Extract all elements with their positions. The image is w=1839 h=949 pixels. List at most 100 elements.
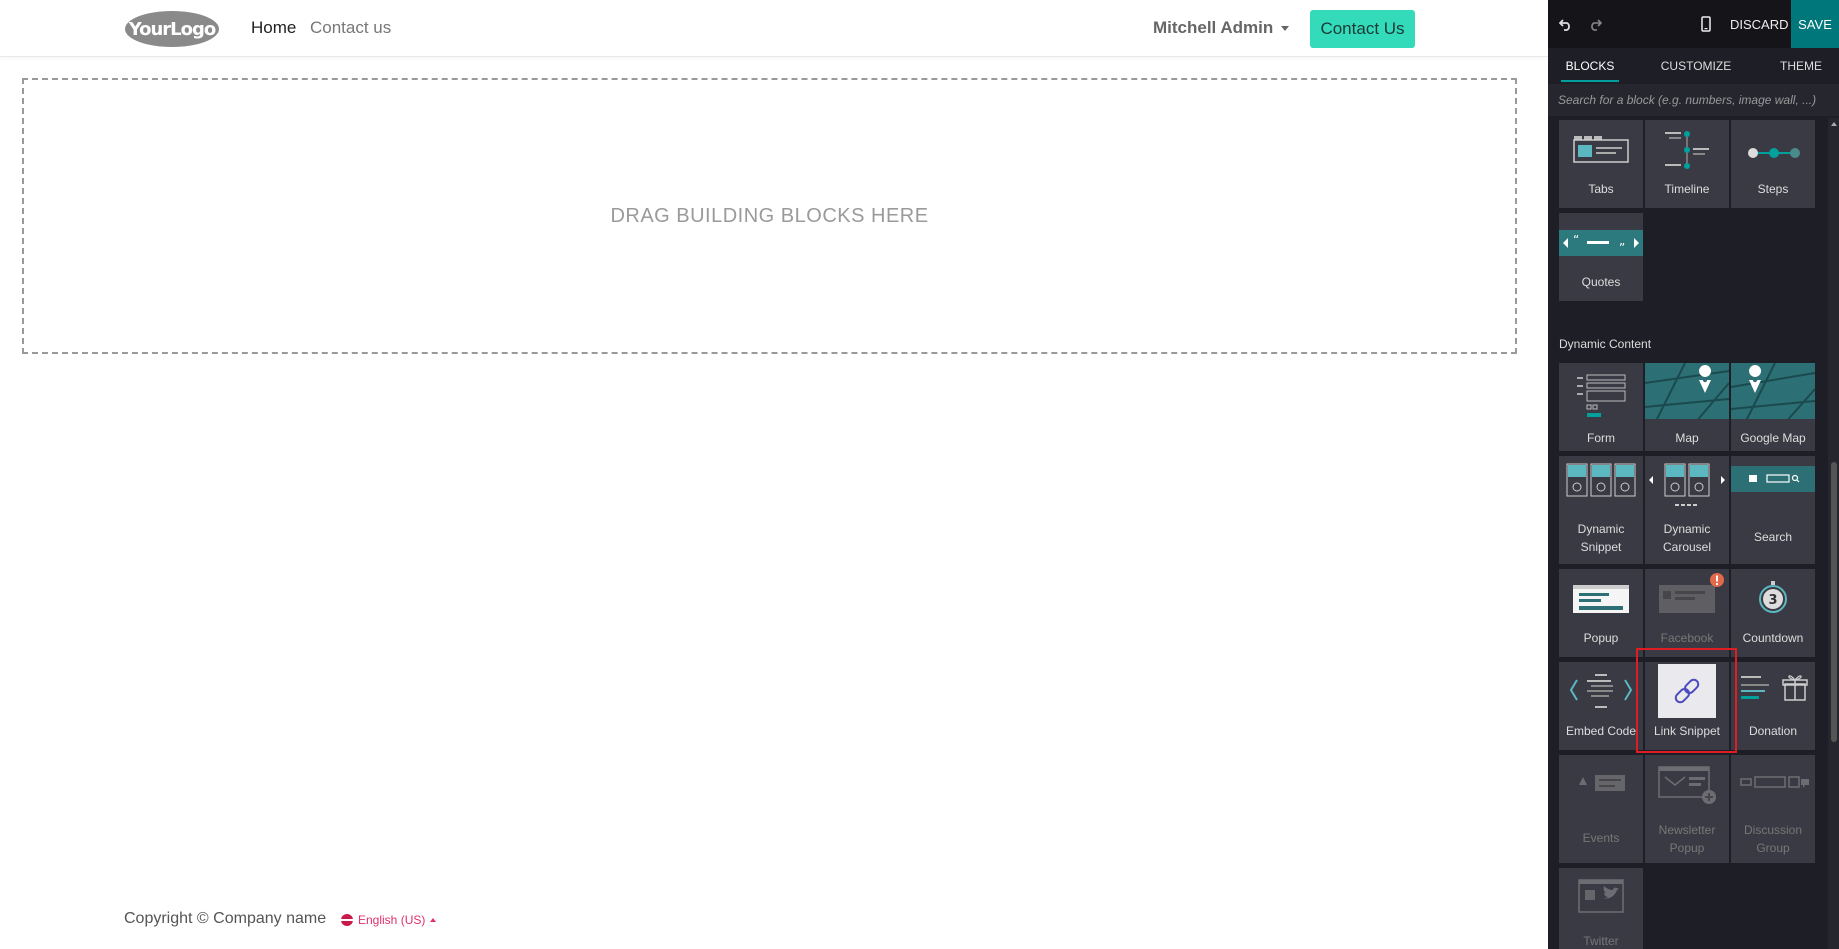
- editor-tabs: BLOCKS CUSTOMIZE THEME: [1548, 48, 1839, 84]
- block-label: Tabs: [1588, 182, 1614, 196]
- block-label: Newsletter: [1658, 823, 1716, 837]
- donation-block-icon: [1741, 675, 1808, 701]
- block-search-input[interactable]: [1558, 93, 1828, 107]
- block-label: Dynamic: [1577, 522, 1625, 536]
- block-google-map[interactable]: Google Map: [1731, 363, 1815, 451]
- block-label: Popup: [1669, 841, 1705, 855]
- block-label: Donation: [1748, 724, 1798, 738]
- language-label: English (US): [358, 913, 426, 927]
- scroll-up-arrow-icon[interactable]: [1831, 122, 1837, 126]
- block-search-bar: [1548, 84, 1839, 116]
- timeline-block-icon: [1665, 131, 1709, 169]
- block-label: Form: [1587, 431, 1615, 445]
- twitter-block-icon: [1578, 879, 1624, 913]
- block-twitter[interactable]: Twitter: [1559, 868, 1643, 949]
- block-countdown[interactable]: 3 Countdown: [1731, 569, 1815, 657]
- map-block-icon: [1645, 363, 1729, 419]
- events-block-icon: [1579, 775, 1625, 791]
- dynamic-snippet-block-icon: [1566, 463, 1636, 497]
- user-menu[interactable]: Mitchell Admin: [1153, 18, 1290, 38]
- block-link-snippet[interactable]: Link Snippet: [1645, 662, 1729, 750]
- block-embed-code[interactable]: Embed Code: [1559, 662, 1643, 750]
- block-steps[interactable]: Steps: [1731, 120, 1815, 208]
- block-label: Carousel: [1662, 540, 1712, 554]
- svg-text:”: ”: [1619, 241, 1625, 255]
- countdown-number: 3: [1768, 593, 1777, 608]
- scrollbar-thumb[interactable]: [1831, 462, 1837, 742]
- blocks-list: Tabs Timeline Steps “ ” Quotes Dynamic C…: [1548, 118, 1839, 949]
- block-label: Embed Code: [1565, 724, 1637, 738]
- undo-icon[interactable]: [1556, 14, 1576, 34]
- language-selector[interactable]: English (US): [341, 913, 437, 927]
- popup-block-icon: [1573, 585, 1629, 613]
- caret-up-icon: [430, 918, 437, 922]
- block-events[interactable]: Events: [1559, 755, 1643, 863]
- caret-down-icon: [1281, 25, 1290, 31]
- block-label: Timeline: [1664, 182, 1710, 196]
- search-block-icon: [1731, 466, 1815, 492]
- block-label: Snippet: [1580, 540, 1622, 554]
- drop-zone-text: DRAG BUILDING BLOCKS HERE: [610, 204, 929, 227]
- block-label: Link Snippet: [1653, 724, 1721, 738]
- block-discussion-group[interactable]: Discussion Group: [1731, 755, 1815, 863]
- newsletter-popup-block-icon: [1658, 766, 1716, 804]
- block-label: Dynamic: [1663, 522, 1711, 536]
- block-label: Countdown: [1742, 631, 1804, 645]
- block-label: Twitter: [1583, 934, 1619, 948]
- editor-panel: DISCARD SAVE BLOCKS CUSTOMIZE THEME Tabs: [1548, 0, 1839, 949]
- countdown-block-icon: 3: [1759, 581, 1787, 613]
- block-dynamic-carousel[interactable]: Dynamic Carousel: [1645, 456, 1729, 564]
- block-label: Google Map: [1740, 431, 1806, 445]
- block-label: Discussion: [1743, 823, 1803, 837]
- form-block-icon: [1577, 374, 1626, 417]
- block-facebook[interactable]: Facebook: [1645, 569, 1729, 657]
- discard-button[interactable]: DISCARD: [1722, 0, 1797, 48]
- dynamic-carousel-block-icon: [1649, 463, 1725, 506]
- footer-copyright: Copyright © Company name: [124, 910, 327, 927]
- link-snippet-block-icon: [1658, 664, 1716, 718]
- block-popup[interactable]: Popup: [1559, 569, 1643, 657]
- tab-blocks[interactable]: BLOCKS: [1557, 48, 1623, 84]
- block-label: Popup: [1583, 631, 1619, 645]
- warning-badge-icon: [1710, 573, 1724, 587]
- site-header: YourLogo Home Contact us Mitchell Admin …: [0, 0, 1548, 57]
- block-map[interactable]: Map: [1645, 363, 1729, 451]
- block-label: Facebook: [1660, 631, 1714, 645]
- quotes-block-icon: “ ”: [1559, 230, 1643, 256]
- google-map-block-icon: [1731, 363, 1815, 419]
- mobile-icon[interactable]: [1696, 14, 1716, 34]
- block-label: Steps: [1757, 182, 1789, 196]
- editor-toolbar: DISCARD SAVE: [1548, 0, 1839, 48]
- block-label: Map: [1675, 431, 1699, 445]
- block-form[interactable]: Form: [1559, 363, 1643, 451]
- user-name: Mitchell Admin: [1153, 18, 1274, 37]
- logo-text: YourLogo: [128, 18, 217, 40]
- block-search[interactable]: Search: [1731, 456, 1815, 564]
- discussion-group-block-icon: [1740, 776, 1809, 788]
- block-quotes[interactable]: “ ” Quotes: [1559, 213, 1643, 301]
- nav-contact-link[interactable]: Contact us: [310, 18, 391, 38]
- block-newsletter-popup[interactable]: Newsletter Popup: [1645, 755, 1729, 863]
- block-dynamic-snippet[interactable]: Dynamic Snippet: [1559, 456, 1643, 564]
- section-dynamic-content: Dynamic Content: [1559, 337, 1652, 351]
- block-timeline[interactable]: Timeline: [1645, 120, 1729, 208]
- embed-code-block-icon: [1569, 674, 1633, 708]
- site-logo[interactable]: YourLogo: [124, 10, 220, 48]
- block-label: Quotes: [1581, 275, 1621, 289]
- block-donation[interactable]: Donation: [1731, 662, 1815, 750]
- save-button[interactable]: SAVE: [1791, 0, 1839, 48]
- contact-us-button[interactable]: Contact Us: [1310, 10, 1415, 48]
- svg-text:“: “: [1573, 233, 1579, 247]
- tab-theme[interactable]: THEME: [1766, 48, 1836, 84]
- tab-customize[interactable]: CUSTOMIZE: [1651, 48, 1741, 84]
- block-tabs[interactable]: Tabs: [1559, 120, 1643, 208]
- website-preview: YourLogo Home Contact us Mitchell Admin …: [0, 0, 1548, 949]
- redo-icon[interactable]: [1585, 14, 1605, 34]
- steps-block-icon: [1748, 148, 1800, 158]
- nav-home-link[interactable]: Home: [251, 18, 296, 38]
- flag-icon: [341, 914, 353, 926]
- tabs-block-icon: [1573, 136, 1629, 163]
- block-label: Search: [1753, 530, 1793, 544]
- block-label: Group: [1756, 841, 1790, 855]
- drop-zone[interactable]: DRAG BUILDING BLOCKS HERE: [22, 78, 1517, 354]
